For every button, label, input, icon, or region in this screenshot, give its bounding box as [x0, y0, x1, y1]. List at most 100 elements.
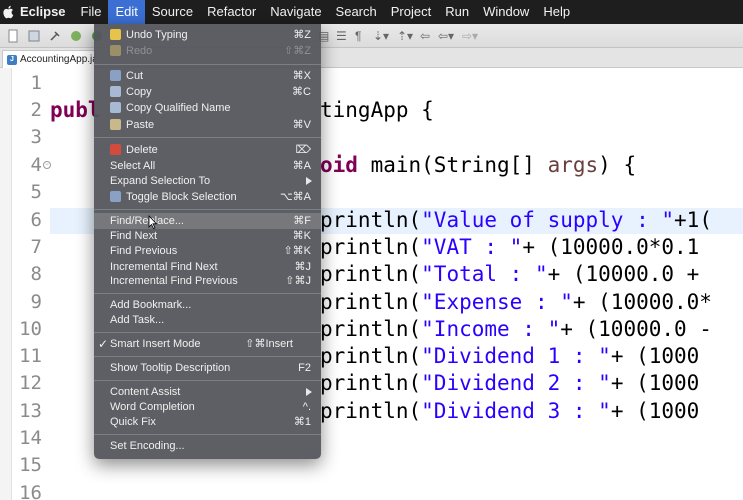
menu-item-toggle-block-selection[interactable]: Toggle Block Selection ⌥⌘A	[94, 189, 321, 205]
undo-icon	[110, 29, 121, 40]
menu-item-label: Add Bookmark...	[110, 299, 192, 311]
code-string: "Dividend 1 : "	[421, 344, 611, 368]
menu-item-add-task[interactable]: Add Task...	[94, 312, 321, 328]
paragraph-icon[interactable]: ¶	[355, 28, 361, 44]
menu-shortcut: ⌘1	[293, 416, 311, 428]
menu-separator	[94, 332, 321, 333]
menu-item-add-bookmark[interactable]: Add Bookmark...	[94, 297, 321, 313]
pin-icon[interactable]	[47, 28, 63, 44]
code-string: "VAT : "	[421, 235, 523, 259]
code-string: "Value of supply : "	[421, 208, 675, 232]
block-selection-icon	[110, 191, 121, 202]
debug-icon[interactable]	[68, 28, 84, 44]
menu-item-cut[interactable]: Cut ⌘X	[94, 68, 321, 84]
menu-item-label: Cut	[126, 70, 144, 82]
menu-source[interactable]: Source	[145, 0, 200, 24]
menubar-app-name[interactable]: Eclipse	[20, 0, 74, 24]
menu-separator	[94, 137, 321, 138]
line-number: 14	[19, 427, 42, 449]
menu-shortcut: ⌘K	[292, 230, 311, 242]
apple-icon[interactable]	[0, 0, 16, 24]
menu-item-label: Expand Selection To	[110, 175, 211, 187]
last-edit-icon[interactable]: ⇦	[420, 28, 430, 44]
menu-search[interactable]: Search	[329, 0, 384, 24]
line-number: 13	[19, 400, 42, 422]
menu-item-label: Show Tooltip Description	[110, 362, 231, 374]
code-keyword: publ	[50, 98, 101, 122]
menu-item-show-tooltip[interactable]: Show Tooltip Description F2	[94, 360, 321, 376]
menu-shortcut: ⌘V	[292, 119, 311, 131]
menu-item-word-completion[interactable]: Word Completion ^.	[94, 399, 321, 415]
prev-annotation-icon[interactable]: ⇡▾	[397, 28, 413, 44]
fold-toggle-icon[interactable]: −	[43, 161, 51, 169]
vertical-ruler	[0, 68, 12, 500]
code-text: println(	[320, 317, 422, 341]
menu-item-copy[interactable]: Copy ⌘C	[94, 84, 321, 100]
menu-item-label: Smart Insert Mode	[110, 338, 201, 350]
save-icon[interactable]	[26, 28, 42, 44]
code-param: args	[547, 153, 599, 177]
menu-item-content-assist[interactable]: Content Assist	[94, 384, 321, 400]
menu-run[interactable]: Run	[438, 0, 476, 24]
java-file-icon: J	[7, 54, 17, 65]
back-icon[interactable]: ⇦▾	[438, 28, 454, 44]
menu-item-incremental-find-previous[interactable]: Incremental Find Previous ⇧⌘J	[94, 273, 321, 289]
line-number: 1	[30, 72, 42, 94]
menu-edit[interactable]: Edit	[108, 0, 145, 24]
menu-item-find-previous[interactable]: Find Previous ⇧⌘K	[94, 243, 321, 259]
code-text: + (1000	[610, 371, 700, 395]
code-text: println(	[320, 290, 422, 314]
menu-shortcut: ⌘C	[292, 86, 311, 98]
menu-separator	[94, 434, 321, 435]
menu-separator	[94, 380, 321, 381]
list-icon[interactable]: ☰	[336, 28, 347, 44]
code-text: println(	[320, 235, 422, 259]
menu-item-set-encoding[interactable]: Set Encoding...	[94, 438, 321, 454]
menu-item-undo[interactable]: Undo Typing ⌘Z	[94, 27, 321, 43]
menu-item-find-replace[interactable]: Find/Replace... ⌘F	[94, 213, 321, 229]
line-number: 10	[19, 318, 42, 340]
menu-item-label: Find Next	[110, 230, 158, 242]
editor-tab-title: AccountingApp.java	[20, 54, 95, 65]
editor-tab[interactable]: J AccountingApp.java	[2, 50, 96, 68]
code-text: ) {	[598, 153, 637, 177]
code-text: println(	[320, 344, 422, 368]
menu-item-expand-selection[interactable]: Expand Selection To	[94, 173, 321, 189]
menu-shortcut: ⌘F	[293, 215, 311, 227]
menu-shortcut: ⌥⌘A	[279, 191, 311, 203]
menu-navigate[interactable]: Navigate	[263, 0, 328, 24]
delete-icon	[110, 144, 121, 155]
new-file-icon[interactable]	[5, 28, 21, 44]
code-text: + (10000.0*0.1	[522, 235, 700, 259]
menu-item-select-all[interactable]: Select All ⌘A	[94, 158, 321, 174]
menu-item-label: Copy Qualified Name	[126, 102, 231, 114]
menu-item-quick-fix[interactable]: Quick Fix ⌘1	[94, 414, 321, 430]
code-text: println(	[320, 371, 422, 395]
line-number: 16	[19, 482, 42, 500]
menu-item-find-next[interactable]: Find Next ⌘K	[94, 228, 321, 244]
menu-item-label: Redo	[126, 45, 153, 57]
menu-shortcut: ⇧⌘Insert	[245, 338, 293, 350]
menu-item-paste[interactable]: Paste ⌘V	[94, 117, 321, 133]
menu-item-copy-qualified-name[interactable]: Copy Qualified Name	[94, 100, 321, 116]
code-text: println(	[320, 399, 422, 423]
menu-window[interactable]: Window	[476, 0, 536, 24]
menu-help[interactable]: Help	[536, 0, 577, 24]
menu-file[interactable]: File	[74, 0, 109, 24]
menu-item-redo[interactable]: Redo ⇧⌘Z	[94, 43, 321, 59]
mouse-pointer-icon	[148, 215, 158, 229]
menu-refactor[interactable]: Refactor	[200, 0, 263, 24]
forward-icon[interactable]: ⇨▾	[462, 28, 478, 44]
next-annotation-icon[interactable]: ⇣▾	[373, 28, 389, 44]
code-string: "Expense : "	[421, 290, 573, 314]
menu-shortcut: ⌘Z	[293, 29, 311, 41]
menu-project[interactable]: Project	[384, 0, 438, 24]
menu-item-label: Set Encoding...	[110, 440, 185, 452]
menu-item-smart-insert-mode[interactable]: ✓ Smart Insert Mode ⇧⌘Insert	[94, 336, 321, 352]
code-string: "Dividend 2 : "	[421, 371, 611, 395]
menu-shortcut: ^.	[302, 401, 311, 413]
menu-item-delete[interactable]: Delete ⌦	[94, 142, 321, 158]
menu-item-label: Incremental Find Previous	[110, 275, 238, 287]
submenu-arrow-icon	[306, 388, 312, 396]
paste-icon	[110, 119, 121, 130]
